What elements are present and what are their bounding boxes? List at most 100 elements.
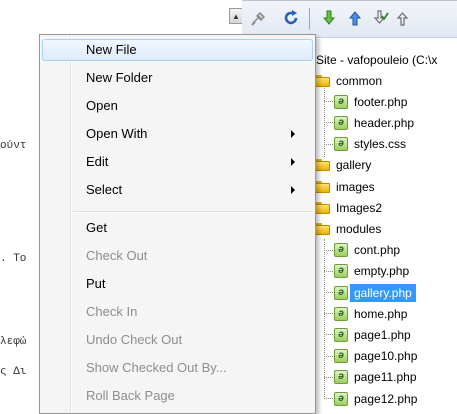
menu-item-label: Open With xyxy=(86,126,148,141)
file-icon: ə xyxy=(334,94,348,109)
tree-item-label: modules xyxy=(336,221,382,236)
tree-item-label: page1.php xyxy=(354,327,411,342)
menu-item-label: Check In xyxy=(86,304,138,319)
tree-connector xyxy=(324,334,333,336)
tree-folder[interactable]: images xyxy=(315,176,379,197)
files-panel: Site - vafopouleio (C:\x common ə footer.p… xyxy=(312,38,457,414)
file-icon: ə xyxy=(334,306,348,321)
tree-item-label: gallery.php xyxy=(350,283,416,302)
tree-connector xyxy=(324,355,333,357)
tree-folder[interactable]: Images2 xyxy=(315,197,386,218)
editor-text-fragment: ς Δι xyxy=(0,366,27,378)
tree-item-label: cont.php xyxy=(354,243,401,258)
tree-file[interactable]: ə styles.css xyxy=(324,134,410,155)
tree-item-label: images xyxy=(336,179,375,194)
menu-item-label: Get xyxy=(86,220,107,235)
tree-item-label: page12.php xyxy=(354,391,418,406)
site-root-label[interactable]: Site - vafopouleio (C:\x xyxy=(316,53,437,67)
scroll-up-arrow[interactable]: ▲ xyxy=(229,8,243,24)
file-icon: ə xyxy=(334,243,348,258)
refresh-icon[interactable] xyxy=(280,7,302,29)
submenu-arrow-icon xyxy=(291,186,295,194)
tree-item-label: header.php xyxy=(354,115,415,130)
menu-item-label: Roll Back Page xyxy=(86,388,175,403)
menu-item-put[interactable]: Put xyxy=(42,273,313,295)
file-icon: ə xyxy=(334,327,348,342)
tree-connector xyxy=(324,122,333,124)
menu-item-label: Put xyxy=(86,276,106,291)
get-files-icon[interactable] xyxy=(318,7,340,29)
editor-text-fragment: λεφώ xyxy=(0,336,27,348)
menu-item-show-checked-out-by[interactable]: Show Checked Out By... xyxy=(42,357,313,379)
folder-icon xyxy=(315,222,330,235)
context-menu: New File New Folder Open Open With Edit Selec… xyxy=(39,34,316,414)
tree-file[interactable]: ə page12.php xyxy=(324,388,421,409)
folder-icon xyxy=(315,201,330,214)
menu-item-check-out[interactable]: Check Out xyxy=(42,245,313,267)
submenu-arrow-icon xyxy=(291,130,295,138)
menu-item-label: New Folder xyxy=(86,70,153,85)
tree-item-label: footer.php xyxy=(354,94,408,109)
menu-item-label: New File xyxy=(86,42,137,57)
menu-item-label: Show Checked Out By... xyxy=(86,360,227,375)
check-out-icon[interactable] xyxy=(370,7,392,29)
tree-folder[interactable]: modules xyxy=(315,218,385,239)
tree-file[interactable]: ə footer.php xyxy=(324,91,411,112)
tree-file[interactable]: ə cont.php xyxy=(324,240,404,261)
tree-item-label: gallery xyxy=(336,158,372,173)
tree-file[interactable]: ə page10.php xyxy=(324,346,421,367)
tree-item-label: common xyxy=(336,73,383,88)
tree-item-label: page10.php xyxy=(354,349,418,364)
tree-connector xyxy=(324,398,333,399)
tree-connector xyxy=(324,376,333,378)
submenu-arrow-icon xyxy=(291,158,295,166)
file-icon: ə xyxy=(334,285,348,300)
menu-item-undo-check-out[interactable]: Undo Check Out xyxy=(42,329,313,351)
tree-connector xyxy=(324,249,333,251)
tree-connector xyxy=(324,101,333,103)
menu-item-edit[interactable]: Edit xyxy=(42,151,313,173)
tree-file[interactable]: ə page11.php xyxy=(324,367,421,388)
tree-file[interactable]: ə empty.php xyxy=(324,261,413,282)
folder-icon xyxy=(315,180,330,193)
menu-item-select[interactable]: Select xyxy=(42,179,313,201)
connect-icon[interactable] xyxy=(248,7,270,29)
put-files-icon[interactable] xyxy=(344,7,366,29)
file-icon: ə xyxy=(334,264,348,279)
tree-item-label: Images2 xyxy=(336,200,383,215)
menu-item-open[interactable]: Open xyxy=(42,95,313,117)
tree-file[interactable]: ə home.php xyxy=(324,303,411,324)
check-in-icon[interactable] xyxy=(394,7,416,29)
tree-item-label: page11.php xyxy=(354,370,417,385)
tree-folder[interactable]: common xyxy=(315,70,386,91)
menu-item-label: Check Out xyxy=(86,248,148,263)
tree-item-label: empty.php xyxy=(354,264,410,279)
menu-item-get[interactable]: Get xyxy=(42,217,313,239)
file-icon: ə xyxy=(334,115,348,130)
menu-item-label: Edit xyxy=(86,154,109,169)
tree-item-label: styles.css xyxy=(354,137,407,152)
menu-item-check-in[interactable]: Check In xyxy=(42,301,313,323)
folder-icon xyxy=(315,159,330,172)
menu-separator xyxy=(73,211,313,213)
toolbar-separator xyxy=(309,8,310,30)
file-icon: ə xyxy=(334,370,348,385)
menu-item-label: Open xyxy=(86,98,118,113)
tree-file[interactable]: ə gallery.php xyxy=(324,282,416,303)
tree-connector xyxy=(324,270,333,272)
menu-item-label: Select xyxy=(86,182,123,197)
menu-item-new-file[interactable]: New File xyxy=(42,39,313,61)
menu-item-open-with[interactable]: Open With xyxy=(42,123,313,145)
file-icon: ə xyxy=(334,137,348,152)
file-icon: ə xyxy=(334,391,348,406)
file-icon: ə xyxy=(334,349,348,364)
menu-item-new-folder[interactable]: New Folder xyxy=(42,67,313,89)
menu-item-roll-back-page[interactable]: Roll Back Page xyxy=(42,385,313,407)
tree-file[interactable]: ə page1.php xyxy=(324,324,415,345)
folder-icon xyxy=(315,74,330,87)
tree-file[interactable]: ə header.php xyxy=(324,112,418,133)
tree-connector xyxy=(324,143,333,145)
tree-connector xyxy=(324,313,333,315)
tree-folder[interactable]: gallery xyxy=(315,155,375,176)
tree-connector xyxy=(324,239,325,399)
